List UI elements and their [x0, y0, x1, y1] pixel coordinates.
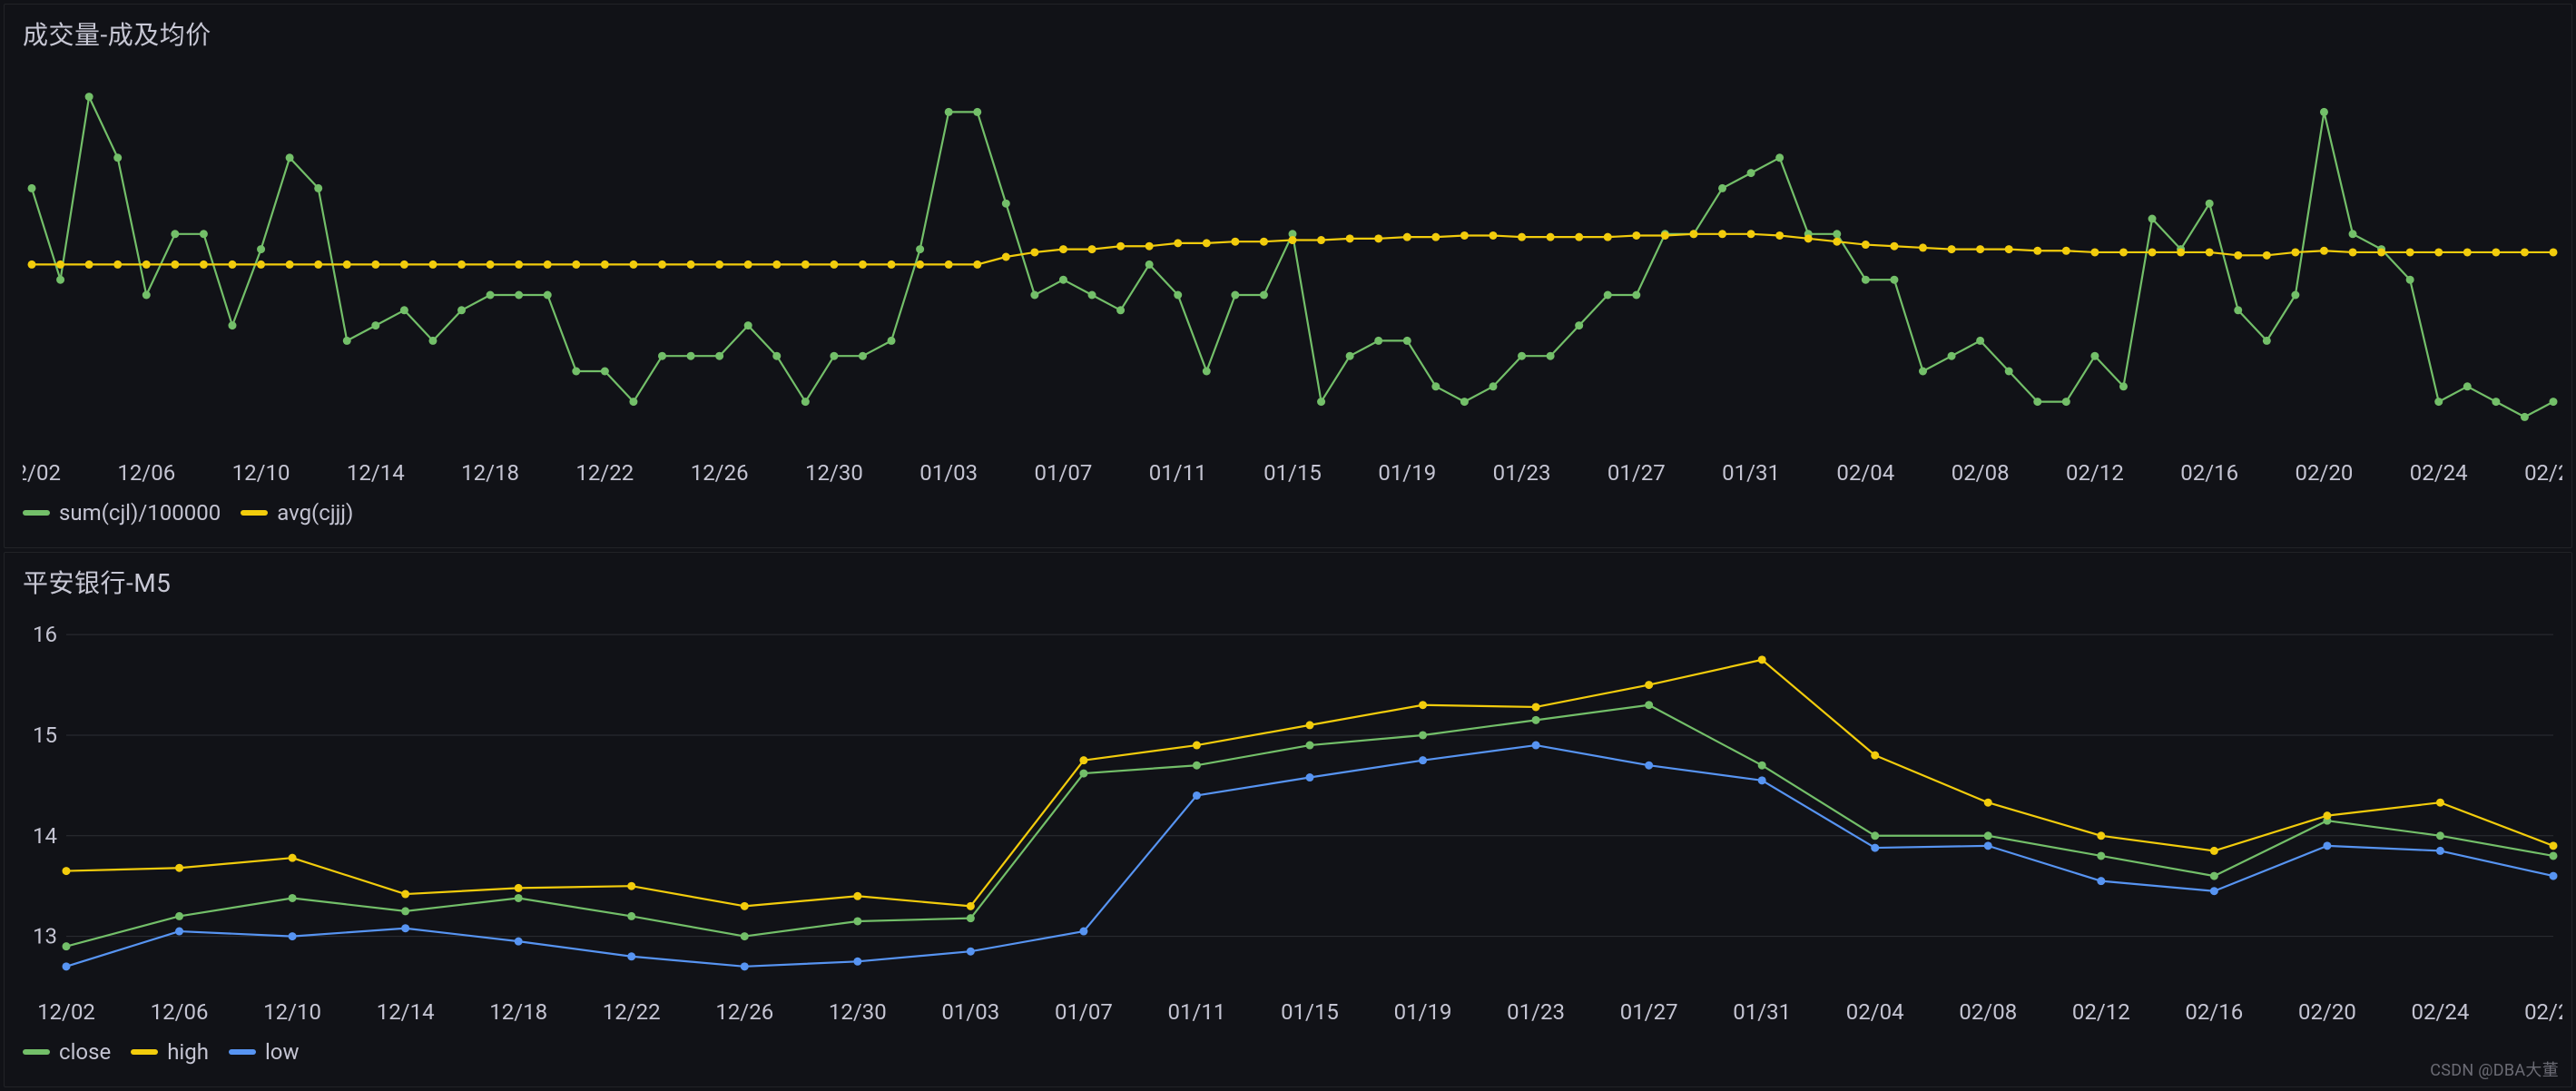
svg-text:12/18: 12/18: [461, 460, 519, 486]
svg-text:12/30: 12/30: [805, 460, 863, 486]
svg-text:01/27: 01/27: [1608, 460, 1666, 486]
legend-label: low: [265, 1039, 300, 1065]
svg-text:12/14: 12/14: [377, 999, 435, 1025]
legend-label: high: [167, 1039, 209, 1065]
svg-text:01/23: 01/23: [1493, 460, 1551, 486]
legend-item[interactable]: avg(cjjj): [241, 500, 353, 526]
legend-label: close: [59, 1039, 111, 1065]
legend-item[interactable]: close: [23, 1039, 111, 1065]
svg-text:02/04: 02/04: [1846, 999, 1904, 1025]
svg-text:02/16: 02/16: [2180, 460, 2238, 486]
svg-text:02/16: 02/16: [2185, 999, 2243, 1025]
legend-top[interactable]: sum(cjl)/100000 avg(cjjj): [23, 500, 2553, 526]
svg-text:14: 14: [33, 823, 57, 849]
svg-text:12/22: 12/22: [575, 460, 634, 486]
svg-text:01/31: 01/31: [1722, 460, 1780, 486]
svg-text:12/06: 12/06: [151, 999, 209, 1025]
legend-bottom[interactable]: close high low: [23, 1039, 2553, 1065]
svg-text:16: 16: [33, 622, 57, 647]
legend-swatch: [131, 1049, 158, 1055]
legend-swatch: [23, 1049, 50, 1055]
svg-text:12/10: 12/10: [263, 999, 321, 1025]
svg-text:01/19: 01/19: [1394, 999, 1452, 1025]
svg-text:12/02: 12/02: [37, 999, 95, 1025]
svg-text:02/12: 02/12: [2072, 999, 2130, 1025]
panel-title: 成交量-成及均价: [23, 15, 2553, 52]
svg-text:12/06: 12/06: [117, 460, 175, 486]
svg-text:01/11: 01/11: [1168, 999, 1226, 1025]
svg-text:15: 15: [33, 722, 57, 748]
line-chart-top[interactable]: 12/02 12/06 12/10 12/14 12/18 12/22 12/26 12/30…: [23, 57, 2562, 493]
watermark-text: CSDN @DBA大董: [2430, 1057, 2559, 1081]
svg-text:01/11: 01/11: [1149, 460, 1207, 486]
svg-text:12/22: 12/22: [603, 999, 661, 1025]
panel-m5: 平安银行-M5 13 14 15 16 12/02 12/06 12/10 12/14 12/1…: [4, 552, 2572, 1087]
chart-area-bottom[interactable]: 13 14 15 16 12/02 12/06 12/10 12/14 12/18 12/22 12…: [23, 605, 2553, 1032]
svg-text:02/12: 02/12: [2066, 460, 2124, 486]
svg-text:13: 13: [33, 924, 57, 949]
legend-item[interactable]: sum(cjl)/100000: [23, 500, 221, 526]
svg-text:02/28: 02/28: [2524, 999, 2562, 1025]
svg-text:01/19: 01/19: [1378, 460, 1436, 486]
svg-text:12/26: 12/26: [715, 999, 773, 1025]
svg-text:01/07: 01/07: [1055, 999, 1113, 1025]
svg-text:02/04: 02/04: [1836, 460, 1894, 486]
svg-text:02/24: 02/24: [2410, 460, 2468, 486]
svg-text:02/08: 02/08: [1959, 999, 2017, 1025]
svg-text:12/10: 12/10: [232, 460, 290, 486]
svg-text:02/20: 02/20: [2298, 999, 2356, 1025]
svg-text:02/28: 02/28: [2524, 460, 2562, 486]
legend-item[interactable]: low: [229, 1039, 300, 1065]
svg-text:02/24: 02/24: [2412, 999, 2470, 1025]
legend-item[interactable]: high: [131, 1039, 209, 1065]
panel-title: 平安银行-M5: [23, 564, 2553, 600]
legend-swatch: [241, 510, 268, 516]
legend-swatch: [23, 510, 50, 516]
svg-text:01/07: 01/07: [1035, 460, 1093, 486]
svg-text:01/03: 01/03: [919, 460, 978, 486]
legend-label: sum(cjl)/100000: [59, 500, 221, 526]
svg-text:01/31: 01/31: [1733, 999, 1791, 1025]
svg-text:01/15: 01/15: [1281, 999, 1339, 1025]
svg-text:12/30: 12/30: [829, 999, 887, 1025]
chart-area-top[interactable]: 12/02 12/06 12/10 12/14 12/18 12/22 12/26 12/30…: [23, 57, 2553, 493]
legend-swatch: [229, 1049, 256, 1055]
svg-text:01/27: 01/27: [1620, 999, 1678, 1025]
svg-text:01/23: 01/23: [1507, 999, 1565, 1025]
svg-text:02/08: 02/08: [1952, 460, 2010, 486]
svg-text:12/18: 12/18: [489, 999, 547, 1025]
svg-text:01/15: 01/15: [1263, 460, 1322, 486]
panel-volume-price: 成交量-成及均价 12/0212/0612/1012/1412/1812/221…: [4, 4, 2572, 548]
line-chart-bottom[interactable]: 13 14 15 16 12/02 12/06 12/10 12/14 12/18 12/22 12…: [23, 605, 2562, 1032]
svg-text:02/20: 02/20: [2296, 460, 2354, 486]
legend-label: avg(cjjj): [277, 500, 353, 526]
svg-text:12/02: 12/02: [23, 460, 61, 486]
svg-text:12/26: 12/26: [691, 460, 749, 486]
svg-text:12/14: 12/14: [347, 460, 405, 486]
svg-text:01/03: 01/03: [941, 999, 999, 1025]
